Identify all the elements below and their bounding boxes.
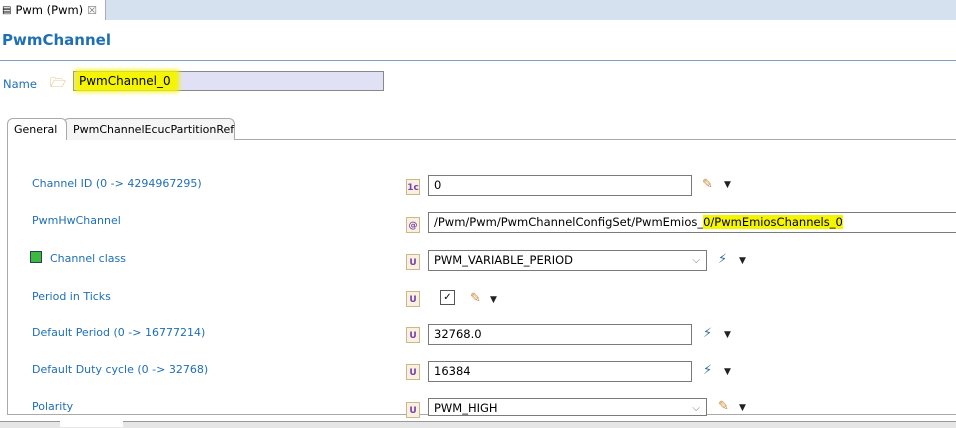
float-param-icon: U (406, 327, 420, 343)
dropdown-arrow-icon[interactable]: ▼ (739, 403, 746, 413)
dropdown-arrow-icon[interactable]: ▼ (490, 295, 497, 305)
expand-icon[interactable] (30, 251, 42, 263)
integer-param-icon: U (406, 364, 420, 380)
default-duty-cycle-label: Default Duty cycle (0 -> 32768) (32, 363, 209, 376)
calculated-value-icon[interactable]: ⚡ (718, 252, 727, 267)
reference-param-icon: @ (406, 217, 420, 233)
channel-class-label: Channel class (50, 252, 126, 265)
bottom-gap (60, 421, 123, 427)
calculated-value-icon[interactable]: ⚡ (703, 326, 712, 341)
folder-icon: 🗁 (50, 76, 67, 91)
channel-id-label: Channel ID (0 -> 4294967295) (32, 177, 202, 190)
default-duty-cycle-input[interactable]: 16384 (428, 361, 692, 382)
enum-param-icon: U (406, 254, 420, 270)
period-in-ticks-label: Period in Ticks (32, 290, 111, 303)
pwm-hw-channel-input[interactable]: /Pwm/Pwm/PwmChannelConfigSet/PwmEmios_0/… (428, 212, 956, 233)
tab-general[interactable]: General (7, 118, 67, 140)
channel-class-select[interactable]: PWM_VARIABLE_PERIOD (428, 250, 707, 271)
period-in-ticks-checkbox[interactable]: ✓ (440, 290, 455, 305)
calculated-value-icon[interactable]: ⚡ (703, 363, 712, 378)
close-icon[interactable]: ☒ (87, 4, 97, 17)
module-icon: ▤ (2, 4, 12, 16)
editor-tab-label: Pwm (Pwm) (15, 3, 84, 17)
channel-id-input[interactable]: 0 (428, 175, 692, 196)
name-value: PwmChannel_0 (79, 74, 175, 88)
enum-param-icon: U (406, 402, 420, 418)
boolean-param-icon: U (406, 291, 420, 307)
dropdown-arrow-icon[interactable]: ▼ (739, 256, 746, 266)
polarity-label: Polarity (32, 400, 74, 413)
edit-icon[interactable]: ✎ (718, 399, 729, 414)
page-title: PwmChannel (2, 31, 111, 49)
integer-param-icon: 1c (406, 179, 420, 195)
default-period-input[interactable]: 32768.0 (428, 324, 692, 345)
divider (0, 60, 956, 61)
editor-tab-bar (0, 0, 956, 20)
tab-ecuc-partition-ref[interactable]: PwmChannelEcucPartitionRef (63, 118, 235, 140)
edit-icon[interactable]: ✎ (702, 177, 713, 192)
dropdown-arrow-icon[interactable]: ▼ (724, 367, 731, 377)
polarity-select[interactable]: PWM_HIGH (428, 398, 707, 418)
dropdown-arrow-icon[interactable]: ▼ (724, 180, 731, 190)
ref-path: /Pwm/Pwm/PwmChannelConfigSet/PwmEmios_ (434, 215, 704, 229)
name-input[interactable]: PwmChannel_0 (73, 71, 384, 91)
name-label: Name (3, 77, 37, 91)
dropdown-arrow-icon[interactable]: ▼ (724, 330, 731, 340)
editor-tab-pwm[interactable]: ▤ Pwm (Pwm) ☒ (0, 0, 106, 20)
default-period-label: Default Period (0 -> 16777214) (32, 326, 206, 339)
pwm-hw-channel-label: PwmHwChannel (32, 214, 121, 227)
ref-path-highlight: 0/PwmEmiosChannels_0 (703, 215, 843, 229)
edit-icon[interactable]: ✎ (470, 291, 481, 306)
